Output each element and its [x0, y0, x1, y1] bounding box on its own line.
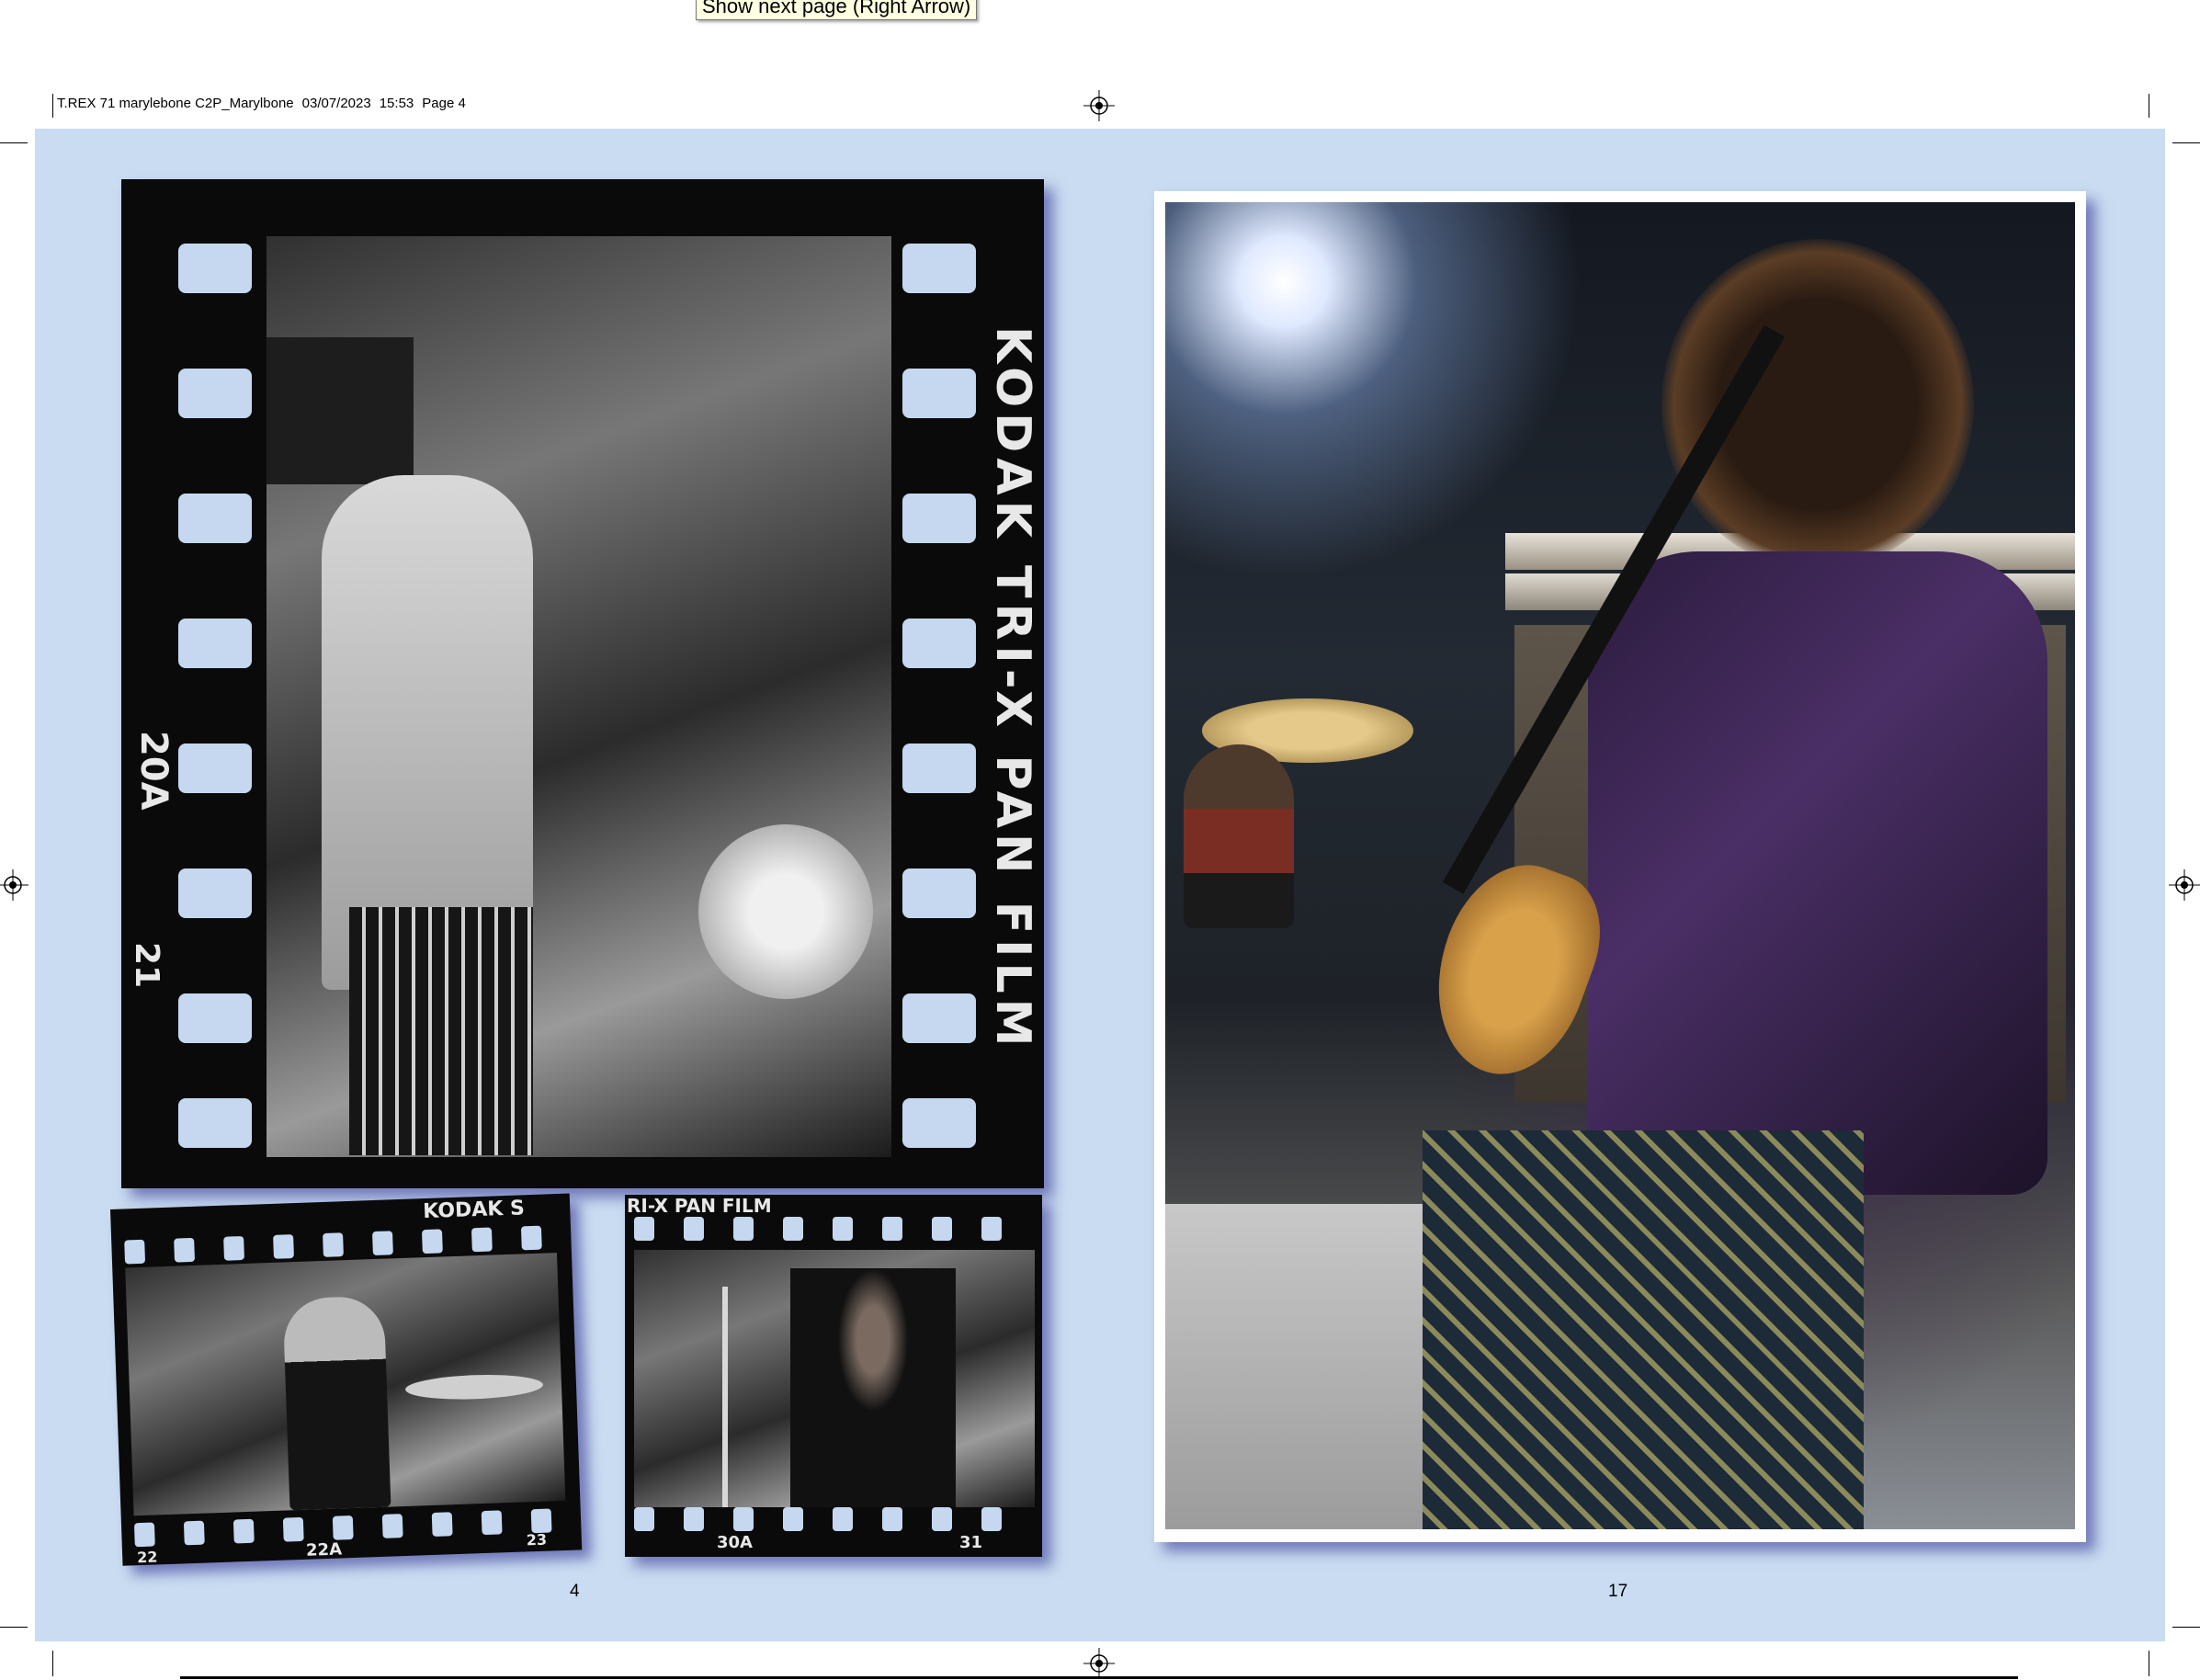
sprocket-hole — [178, 744, 252, 793]
frame-number: 31 — [959, 1533, 983, 1552]
singer-figure — [790, 1268, 956, 1507]
frame-number: 20A — [132, 731, 175, 811]
sprocket-hole — [520, 1225, 542, 1251]
mic-stand — [722, 1287, 728, 1507]
sprocket-hole — [733, 1507, 754, 1531]
slug-job: T.REX 71 marylebone C2P_Marylbone — [57, 96, 294, 111]
slug-date: 03/07/2023 — [301, 96, 371, 111]
sprocket-hole — [178, 244, 252, 293]
film-edge-text: RI-X PAN FILM — [627, 1195, 772, 1217]
sprocket-hole — [882, 1507, 902, 1531]
sprocket-hole — [902, 369, 976, 418]
next-page-tooltip: Show next page (Right Arrow) — [696, 0, 978, 20]
sprocket-hole — [223, 1235, 245, 1261]
sprocket-hole — [783, 1507, 803, 1531]
slug-page: Page 4 — [422, 96, 466, 111]
frame-number: 22 — [136, 1548, 158, 1566]
sprocket-hole — [833, 1507, 853, 1531]
plaid-trousers — [349, 907, 533, 1155]
sprocket-hole — [634, 1217, 654, 1241]
sprocket-hole — [882, 1217, 902, 1241]
film-edge-text: KODAK S — [422, 1197, 526, 1224]
film-edge-text: KODAK TRI-X PAN FILM — [985, 326, 1040, 1052]
crop-mark — [2172, 1627, 2200, 1628]
sprocket-hole — [381, 1514, 403, 1538]
sprocket-hole — [530, 1508, 552, 1534]
page-number-left: 4 — [570, 1582, 580, 1601]
frame-number: 22A — [305, 1539, 343, 1561]
patterned-trousers — [1423, 1130, 1864, 1529]
sprocket-hole — [684, 1217, 704, 1241]
registration-mark-icon — [1083, 90, 1115, 121]
registration-mark-icon — [1083, 1648, 1115, 1679]
sprocket-hole — [902, 744, 976, 793]
page-number-right: 17 — [1608, 1582, 1628, 1601]
frame-number: 30A — [717, 1533, 753, 1552]
bassist-closeup-bw-photo — [125, 1253, 566, 1516]
sprocket-hole — [932, 1507, 952, 1531]
guitarist-hair — [1661, 239, 1974, 570]
sprocket-hole — [783, 1217, 803, 1241]
sprocket-hole — [833, 1217, 853, 1241]
sprocket-hole — [902, 1098, 976, 1148]
sprocket-hole — [481, 1510, 503, 1536]
guitarist-color-photo — [1165, 202, 2075, 1529]
bass-drum — [698, 824, 873, 999]
sprocket-hole — [684, 1507, 704, 1531]
sprocket-hole — [183, 1520, 205, 1546]
frame-number: 21 — [128, 942, 165, 989]
sprocket-hole — [902, 244, 976, 293]
sprocket-hole — [902, 494, 976, 543]
sprocket-hole — [902, 619, 976, 668]
sprocket-hole — [372, 1231, 393, 1256]
sprocket-hole — [282, 1516, 304, 1542]
bassist-bw-photo — [266, 236, 891, 1157]
crop-mark — [0, 142, 28, 143]
sprocket-hole — [178, 1098, 252, 1148]
registration-mark-icon — [0, 869, 28, 901]
sprocket-hole — [981, 1217, 1002, 1241]
sprocket-hole — [902, 868, 976, 918]
main-film-strip: KODAK TRI-X PAN FILM 20A 21 — [121, 179, 1044, 1188]
crop-mark — [2172, 142, 2200, 143]
frame-number: 23 — [526, 1530, 548, 1549]
sprocket-hole — [634, 1507, 654, 1531]
sprocket-hole — [733, 1217, 754, 1241]
sprocket-hole — [232, 1518, 255, 1544]
slug-line: T.REX 71 marylebone C2P_Marylbone 03/07/2… — [57, 96, 474, 111]
musician-figure — [282, 1295, 391, 1511]
slug-time: 15:53 — [379, 96, 414, 111]
sprocket-hole — [174, 1237, 196, 1263]
registration-mark-icon — [2169, 869, 2200, 901]
singer-microphone-bw-photo — [634, 1250, 1035, 1507]
sprocket-hole — [471, 1227, 493, 1253]
sprocket-hole — [902, 993, 976, 1043]
sprocket-hole — [932, 1217, 952, 1241]
cymbal — [404, 1372, 544, 1402]
sprocket-hole — [332, 1515, 354, 1540]
amp-stack — [266, 337, 414, 484]
crop-mark — [52, 1651, 53, 1676]
crop-mark — [52, 94, 53, 118]
sprocket-hole — [178, 993, 252, 1043]
crop-mark — [0, 1627, 28, 1628]
sprocket-hole — [431, 1512, 453, 1537]
sprocket-hole — [178, 868, 252, 918]
sprocket-hole — [273, 1234, 294, 1259]
sprocket-hole — [421, 1229, 443, 1254]
sprocket-hole — [133, 1522, 155, 1548]
sprocket-hole — [178, 619, 252, 668]
right-photo-frame — [1154, 191, 2086, 1542]
sprocket-hole — [981, 1507, 1002, 1531]
drummer-figure — [1184, 744, 1294, 928]
sprocket-hole — [323, 1232, 344, 1257]
sprocket-hole — [178, 494, 252, 543]
sprocket-hole — [124, 1239, 146, 1265]
velvet-jacket — [1588, 551, 2047, 1195]
sprocket-hole — [178, 369, 252, 418]
small-film-strip-2: RI-X PAN FILM 30A 31 — [625, 1195, 1042, 1557]
small-film-strip-1: KODAK S 22 22A 23 — [110, 1193, 583, 1566]
